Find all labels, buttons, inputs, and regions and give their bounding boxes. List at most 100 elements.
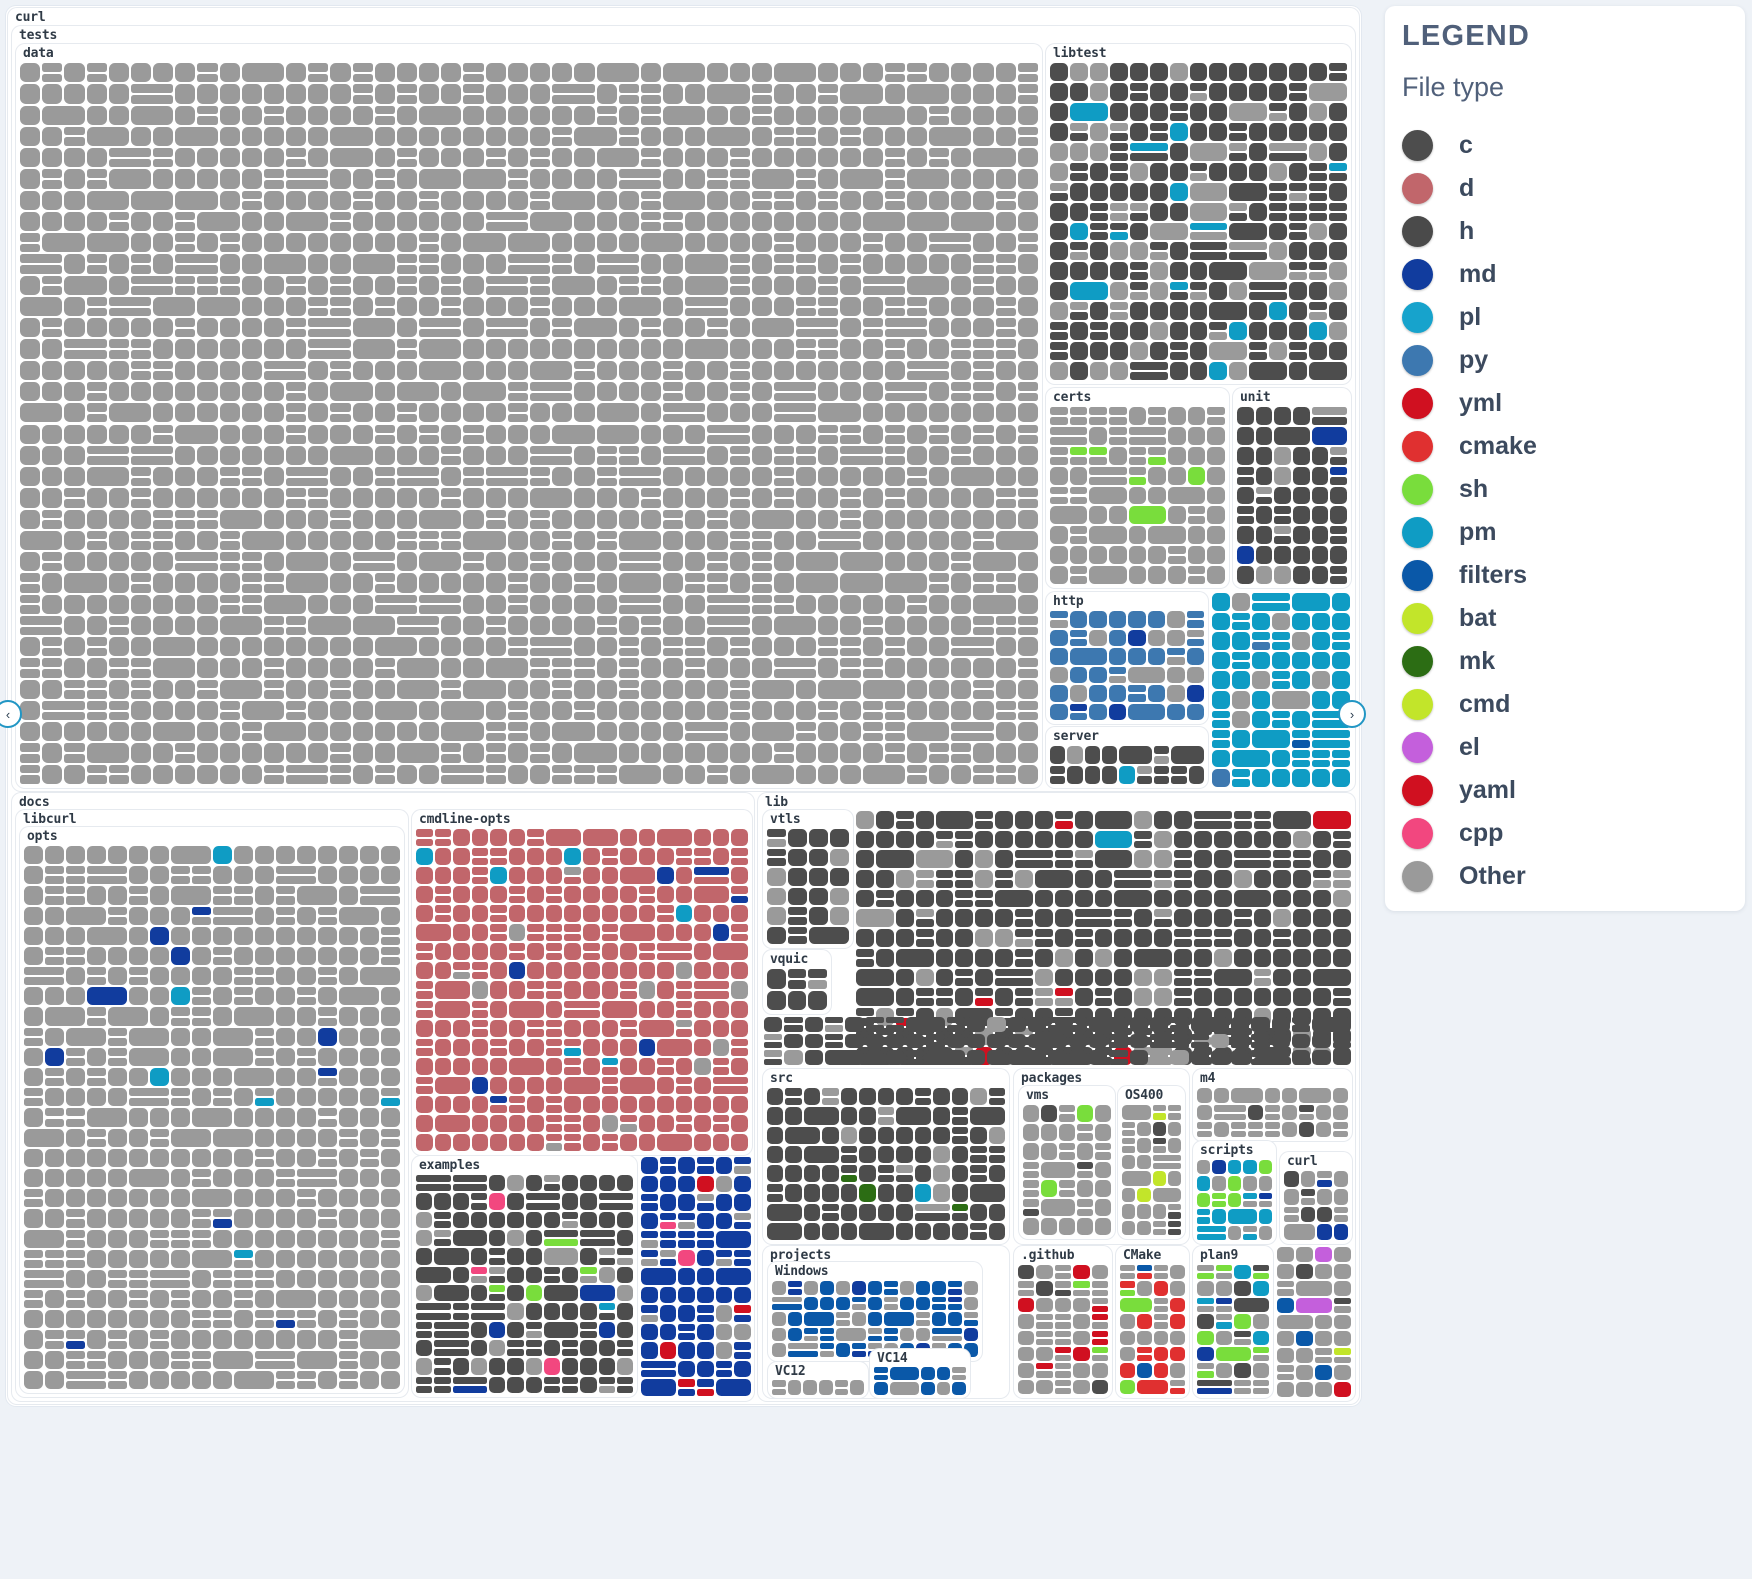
treemap-leaf[interactable] — [1050, 486, 1068, 495]
treemap-leaf[interactable] — [192, 1229, 211, 1238]
treemap-leaf[interactable] — [441, 84, 462, 104]
treemap-leaf[interactable] — [485, 403, 506, 423]
legend-item-filters[interactable]: filters — [1402, 554, 1732, 597]
treemap-leaf[interactable] — [485, 775, 506, 784]
treemap-leaf[interactable] — [598, 1312, 615, 1320]
treemap-leaf[interactable] — [596, 530, 617, 540]
treemap-leaf[interactable] — [895, 870, 914, 888]
treemap-leaf[interactable] — [840, 296, 861, 317]
treemap-leaf[interactable] — [951, 84, 972, 104]
treemap-leaf[interactable] — [657, 1038, 693, 1056]
treemap-leaf[interactable] — [788, 1312, 802, 1326]
treemap-leaf[interactable] — [1148, 407, 1166, 415]
treemap-leaf[interactable] — [694, 876, 730, 885]
treemap-leaf[interactable] — [1253, 830, 1272, 849]
treemap-leaf[interactable] — [1109, 302, 1128, 311]
treemap-leaf[interactable] — [1169, 292, 1188, 301]
treemap-leaf[interactable] — [527, 962, 544, 980]
treemap-leaf[interactable] — [352, 169, 373, 189]
treemap-leaf[interactable] — [1332, 612, 1350, 631]
treemap-leaf[interactable] — [419, 63, 440, 83]
treemap-leaf[interactable] — [453, 848, 470, 866]
treemap-leaf[interactable] — [663, 296, 684, 317]
treemap-leaf[interactable] — [1296, 1348, 1313, 1364]
treemap-leaf[interactable] — [1091, 1289, 1108, 1296]
treemap-leaf[interactable] — [601, 943, 619, 961]
treemap-leaf[interactable] — [507, 743, 528, 763]
treemap-leaf[interactable] — [1129, 272, 1148, 281]
treemap-leaf[interactable] — [171, 1027, 190, 1046]
treemap-leaf[interactable] — [951, 169, 972, 189]
treemap-leaf[interactable] — [697, 1388, 714, 1396]
treemap-leaf[interactable] — [64, 350, 107, 359]
treemap-leaf[interactable] — [906, 1058, 925, 1065]
treemap-leaf[interactable] — [470, 1211, 487, 1228]
treemap-leaf[interactable] — [42, 233, 85, 253]
treemap-leaf[interactable] — [1212, 740, 1230, 748]
treemap-leaf[interactable] — [616, 1285, 633, 1302]
treemap-leaf[interactable] — [339, 1068, 358, 1087]
treemap-leaf[interactable] — [712, 1124, 730, 1132]
treemap-leaf[interactable] — [416, 1057, 433, 1075]
treemap-leaf[interactable] — [1237, 566, 1254, 584]
treemap-leaf[interactable] — [530, 392, 573, 402]
treemap-leaf[interactable] — [1168, 486, 1206, 505]
treemap-leaf[interactable] — [751, 573, 772, 582]
treemap-leaf[interactable] — [1186, 611, 1204, 619]
treemap-leaf[interactable] — [530, 403, 551, 423]
treemap-leaf[interactable] — [906, 424, 928, 444]
treemap-leaf[interactable] — [276, 876, 316, 885]
treemap-leaf[interactable] — [1213, 850, 1232, 869]
treemap-leaf[interactable] — [434, 943, 452, 961]
treemap-leaf[interactable] — [1252, 1330, 1269, 1345]
treemap-leaf[interactable] — [153, 435, 174, 444]
treemap-leaf[interactable] — [818, 169, 839, 189]
treemap-leaf[interactable] — [463, 339, 484, 359]
treemap-leaf[interactable] — [675, 867, 693, 885]
treemap-leaf[interactable] — [1251, 1058, 1291, 1065]
treemap-leaf[interactable] — [286, 148, 307, 157]
treemap-leaf[interactable] — [485, 445, 506, 465]
treemap-leaf[interactable] — [545, 867, 563, 885]
treemap-leaf[interactable] — [862, 669, 883, 678]
treemap-leaf[interactable] — [1128, 486, 1147, 505]
treemap-leaf[interactable] — [973, 541, 994, 551]
treemap-leaf[interactable] — [545, 1124, 563, 1132]
treemap-leaf[interactable] — [707, 488, 728, 508]
treemap-leaf[interactable] — [45, 926, 64, 945]
treemap-leaf[interactable] — [975, 948, 994, 967]
treemap-leaf[interactable] — [574, 233, 595, 253]
treemap-leaf[interactable] — [729, 286, 750, 295]
treemap-leaf[interactable] — [836, 1320, 850, 1326]
treemap-leaf[interactable] — [489, 1257, 506, 1265]
treemap-leaf[interactable] — [562, 1340, 579, 1348]
treemap-leaf[interactable] — [192, 967, 211, 986]
treemap-leaf[interactable] — [175, 105, 196, 125]
treemap-leaf[interactable] — [657, 1067, 674, 1075]
treemap-leaf[interactable] — [1269, 122, 1288, 141]
treemap-leaf[interactable] — [995, 467, 1016, 487]
treemap-leaf[interactable] — [1233, 820, 1252, 829]
treemap-leaf[interactable] — [1212, 632, 1230, 650]
treemap-leaf[interactable] — [1333, 998, 1351, 1006]
treemap-leaf[interactable] — [1237, 446, 1254, 465]
treemap-leaf[interactable] — [45, 1330, 64, 1339]
treemap-leaf[interactable] — [64, 424, 85, 444]
treemap-leaf[interactable] — [657, 924, 674, 942]
treemap-leaf[interactable] — [153, 743, 174, 763]
treemap-leaf[interactable] — [884, 488, 905, 497]
treemap-leaf[interactable] — [339, 1320, 358, 1329]
treemap-leaf[interactable] — [796, 169, 817, 178]
treemap-leaf[interactable] — [803, 1145, 839, 1163]
treemap-leaf[interactable] — [489, 1285, 506, 1293]
treemap-leaf[interactable] — [1050, 426, 1088, 435]
treemap-leaf[interactable] — [715, 1342, 733, 1359]
treemap-leaf[interactable] — [1317, 1179, 1332, 1187]
treemap-leaf[interactable] — [441, 233, 462, 253]
treemap-leaf[interactable] — [1212, 612, 1230, 631]
treemap-leaf[interactable] — [42, 105, 85, 125]
treemap-leaf[interactable] — [1197, 1281, 1214, 1296]
treemap-leaf[interactable] — [308, 233, 329, 253]
treemap-leaf[interactable] — [715, 1379, 751, 1396]
treemap-leaf[interactable] — [1174, 998, 1192, 1006]
